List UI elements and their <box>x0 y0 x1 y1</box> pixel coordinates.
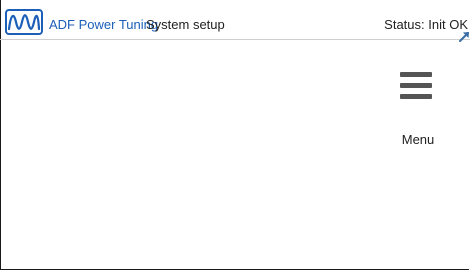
header-bar: ADF Power Tuning System setup Status: In… <box>0 0 470 40</box>
corner-arrow-icon <box>459 32 469 42</box>
status-label: Status: <box>384 17 425 32</box>
status-indicator: Status: Init OK <box>384 17 468 32</box>
adf-waveform-logo-icon <box>5 9 43 35</box>
hamburger-bar-top <box>400 72 432 77</box>
menu-label: Menu <box>401 132 435 147</box>
hamburger-icon <box>400 72 432 100</box>
hamburger-bar-middle <box>400 83 432 88</box>
hamburger-bar-bottom <box>400 94 432 99</box>
status-value: Init OK <box>428 17 468 32</box>
menu-button[interactable]: Menu <box>397 72 457 152</box>
page-title: System setup <box>146 17 225 32</box>
brand-name: ADF Power Tuning <box>49 17 159 32</box>
